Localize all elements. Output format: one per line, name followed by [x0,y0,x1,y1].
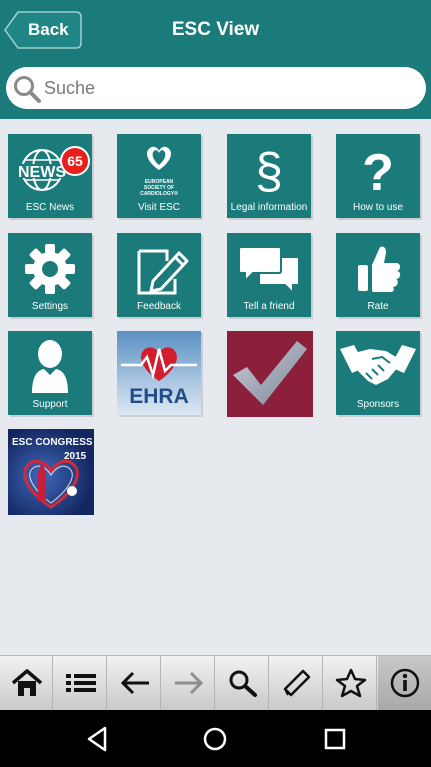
tile-label: How to use [352,202,404,213]
svg-text:CARDIOLOGY®: CARDIOLOGY® [140,190,178,196]
page-title: ESC View [171,19,260,40]
list-button[interactable] [54,656,107,711]
tile-how-to-use[interactable]: ? How to use [336,134,420,218]
paragraph-icon: § [255,143,283,198]
tile-sponsors[interactable]: Sponsors [336,331,420,415]
edit-note-icon [137,249,189,295]
svg-text:?: ? [362,144,394,198]
tile-visit-esc[interactable]: EUROPEAN SOCIETY OF CARDIOLOGY® Visit ES… [117,134,201,218]
back-arrow-icon [120,671,149,695]
thumbs-up-icon [358,246,401,292]
forward-nav-button[interactable] [162,656,215,711]
gear-icon [25,244,75,294]
home-button[interactable] [0,656,53,711]
tile-label: Feedback [137,301,181,312]
info-icon [390,668,420,698]
tile-esc-news[interactable]: NEWS 65 ESC News [8,134,92,218]
home-icon [11,669,43,696]
tile-esc-congress-app[interactable]: ESC CONGRESS 2015 [8,429,94,515]
congress-year-text: 2015 [64,451,87,462]
search-icon [229,670,257,697]
tile-support[interactable]: Support [8,331,92,415]
recents-square-icon[interactable] [320,724,350,754]
search-box[interactable] [6,67,426,109]
tile-feedback[interactable]: Feedback [117,233,201,317]
bottom-toolbar [0,655,431,711]
tile-settings[interactable]: Settings [8,233,92,317]
esc-logo-text: EUROPEAN SOCIETY OF CARDIOLOGY® [140,179,178,196]
tile-label: Sponsors [356,399,400,410]
search-icon [14,76,41,103]
forward-arrow-icon [175,671,204,695]
system-navigation-bar [0,710,431,767]
ehra-logo-text: EHRA [129,385,189,408]
chat-bubbles-icon [238,246,300,296]
tile-label: Visit ESC [137,202,181,213]
tile-label: Legal information [230,202,308,213]
star-icon [335,668,367,698]
tile-legal-information[interactable]: § Legal information [227,134,311,218]
tile-ehra-app[interactable]: EHRA [117,331,201,415]
svg-text:§: § [255,143,283,198]
search-nav-button[interactable] [216,656,269,711]
tile-label: Settings [31,301,69,312]
tile-tell-a-friend[interactable]: Tell a friend [227,233,311,317]
news-count-badge: 65 [60,146,90,176]
app-header: Back ESC View [0,0,431,60]
search-bar [0,60,431,119]
svg-text:NEWS: NEWS [18,164,66,181]
search-input[interactable] [44,73,414,103]
back-triangle-icon[interactable] [83,724,113,754]
back-nav-button[interactable] [108,656,161,711]
tile-label: ESC News [25,202,75,213]
congress-title-text: ESC CONGRESS [12,437,93,448]
checkmark-app-icon [233,341,307,405]
tile-label: Support [32,399,68,410]
handshake-icon [340,345,416,385]
tile-label: Tell a friend [243,301,295,312]
info-button[interactable] [378,656,431,711]
annotate-button[interactable] [270,656,323,711]
tile-label: Rate [367,301,389,312]
home-circle-icon[interactable] [200,724,230,754]
person-icon [32,340,68,393]
tile-rate[interactable]: Rate [336,233,420,317]
pen-icon [283,669,311,697]
favorites-button[interactable] [324,656,377,711]
question-icon: ? [362,144,394,198]
list-icon [66,674,96,692]
tile-checkmark-app[interactable] [227,331,313,417]
